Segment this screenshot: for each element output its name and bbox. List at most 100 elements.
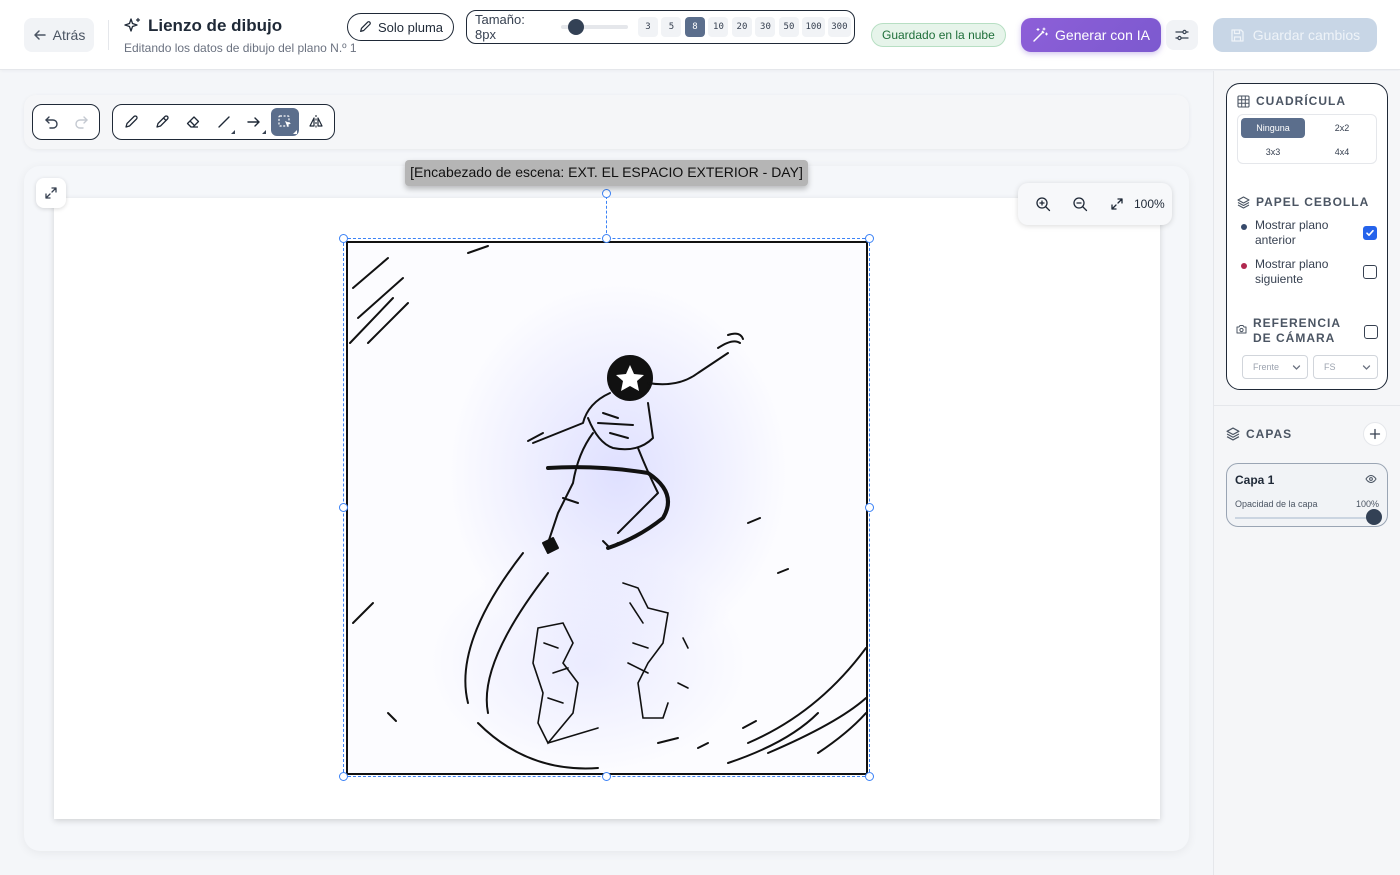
generate-ai-button[interactable]: Generar con IA: [1021, 18, 1161, 52]
magic-wand-icon: [1033, 27, 1049, 42]
pencil-tool[interactable]: [148, 108, 176, 136]
undo-icon: [44, 116, 58, 129]
selection-box[interactable]: [343, 238, 870, 777]
settings-button[interactable]: [1166, 20, 1198, 50]
brush-size-presets: 3 5 8 10 20 30 50 100 300: [637, 17, 854, 37]
size-preset-300[interactable]: 300: [828, 17, 851, 37]
brush-size-label: Tamaño: 8px: [475, 12, 525, 42]
expand-canvas-button[interactable]: [36, 178, 66, 208]
line-icon: [217, 116, 230, 128]
arrow-tool[interactable]: [240, 108, 268, 136]
grid-option-2x2[interactable]: 2x2: [1310, 118, 1374, 138]
sliders-icon: [1175, 29, 1189, 41]
next-plan-color-dot: [1241, 263, 1247, 269]
drawing-toolbar: [24, 95, 1189, 149]
prev-plan-color-dot: [1241, 224, 1247, 230]
grid-option-4x4[interactable]: 4x4: [1310, 142, 1374, 162]
plus-icon: [1369, 428, 1381, 440]
size-preset-100[interactable]: 100: [802, 17, 825, 37]
mirror-tool[interactable]: [302, 108, 330, 136]
layer-item[interactable]: Capa 1 Opacidad de la capa 100%: [1226, 463, 1388, 527]
brush-size-control: Tamaño: 8px 3 5 8 10 20 30 50 100 300: [466, 10, 855, 44]
grid-option-ninguna[interactable]: Ninguna: [1241, 118, 1305, 138]
grid-options: Ninguna 2x2 3x3 4x4: [1237, 114, 1377, 164]
grid-option-3x3[interactable]: 3x3: [1241, 142, 1305, 162]
eraser-tool[interactable]: [179, 108, 207, 136]
redo-icon: [74, 116, 88, 129]
sparkles-icon: [124, 17, 141, 32]
undo-button[interactable]: [38, 108, 66, 136]
layers-section-title: CAPAS: [1226, 427, 1292, 441]
zoom-controls: 100%: [1018, 183, 1172, 225]
size-preset-20[interactable]: 20: [731, 17, 752, 37]
layer-opacity-knob[interactable]: [1366, 509, 1382, 525]
arrow-tool-submenu-mark: [262, 130, 267, 134]
camera-angle-value: Frente: [1253, 362, 1280, 372]
onion-next-option: Mostrar plano siguiente: [1241, 257, 1381, 289]
sidebar-divider: [1213, 405, 1400, 406]
cloud-status-badge: Guardado en la nube: [871, 23, 1006, 47]
camera-shot-select[interactable]: FS: [1313, 355, 1378, 379]
eraser-icon: [186, 116, 199, 128]
line-tool[interactable]: [210, 108, 238, 136]
camera-title: REFERENCIA DE CÁMARA: [1253, 316, 1341, 345]
zoom-out-button[interactable]: [1065, 189, 1095, 219]
layer-opacity-slider[interactable]: [1235, 517, 1375, 519]
arrow-right-icon: [247, 117, 261, 127]
pen-tool[interactable]: [117, 108, 145, 136]
layer-opacity-label: Opacidad de la capa: [1235, 499, 1318, 509]
onion-next-checkbox[interactable]: [1363, 265, 1377, 279]
add-layer-button[interactable]: [1363, 422, 1387, 446]
rotate-handle[interactable]: [602, 189, 611, 198]
grid-icon: [1237, 94, 1250, 108]
size-preset-8[interactable]: 8: [684, 17, 705, 37]
onion-prev-checkbox[interactable]: [1363, 226, 1377, 240]
resize-handle-top[interactable]: [602, 234, 611, 243]
resize-handle-top-left[interactable]: [339, 234, 348, 243]
pen-only-toggle[interactable]: Solo pluma: [347, 13, 454, 41]
size-preset-3[interactable]: 3: [637, 17, 658, 37]
pen-icon: [359, 21, 371, 32]
camera-angle-select[interactable]: Frente: [1242, 355, 1308, 379]
expand-icon: [45, 187, 57, 199]
onion-next-label: Mostrar plano siguiente: [1255, 257, 1329, 286]
chevron-down-icon: [1292, 364, 1301, 370]
redo-button[interactable]: [67, 108, 95, 136]
back-label: Atrás: [52, 27, 86, 43]
onion-prev-label: Mostrar plano anterior: [1255, 218, 1329, 247]
size-preset-30[interactable]: 30: [755, 17, 776, 37]
layer-opacity-value: 100%: [1355, 499, 1379, 509]
size-preset-50[interactable]: 50: [778, 17, 799, 37]
resize-handle-right[interactable]: [865, 503, 874, 512]
pen-icon: [125, 115, 138, 128]
zoom-level: 100%: [1134, 197, 1165, 211]
resize-handle-left[interactable]: [339, 503, 348, 512]
camera-reference-checkbox[interactable]: [1364, 325, 1378, 339]
onion-title: PAPEL CEBOLLA: [1256, 195, 1370, 209]
generate-ai-label: Generar con IA: [1055, 27, 1150, 43]
brush-size-slider-knob[interactable]: [567, 19, 584, 35]
zoom-out-icon: [1073, 197, 1088, 212]
fit-view-button[interactable]: [1102, 189, 1132, 219]
grid-section-title: CUADRÍCULA: [1237, 94, 1346, 108]
camera-icon: [1236, 325, 1247, 334]
rotation-line: [606, 196, 607, 238]
zoom-in-button[interactable]: [1028, 189, 1058, 219]
save-disk-icon: [1231, 28, 1244, 42]
header-divider: [108, 20, 109, 50]
onion-section-title: PAPEL CEBOLLA: [1237, 195, 1369, 209]
select-tool[interactable]: [271, 108, 300, 136]
back-button[interactable]: Atrás: [24, 18, 94, 52]
resize-handle-bottom-right[interactable]: [865, 772, 874, 781]
resize-handle-bottom-left[interactable]: [339, 772, 348, 781]
layers-icon: [1226, 427, 1240, 441]
save-changes-button[interactable]: Guardar cambios: [1213, 18, 1377, 52]
size-preset-10[interactable]: 10: [708, 17, 729, 37]
size-preset-5[interactable]: 5: [661, 17, 682, 37]
resize-handle-top-right[interactable]: [865, 234, 874, 243]
eye-icon[interactable]: [1365, 473, 1377, 485]
resize-handle-bottom[interactable]: [602, 772, 611, 781]
tools-group: [112, 104, 335, 140]
brush-size-slider[interactable]: [560, 19, 628, 35]
select-tool-submenu-mark: [293, 130, 298, 134]
